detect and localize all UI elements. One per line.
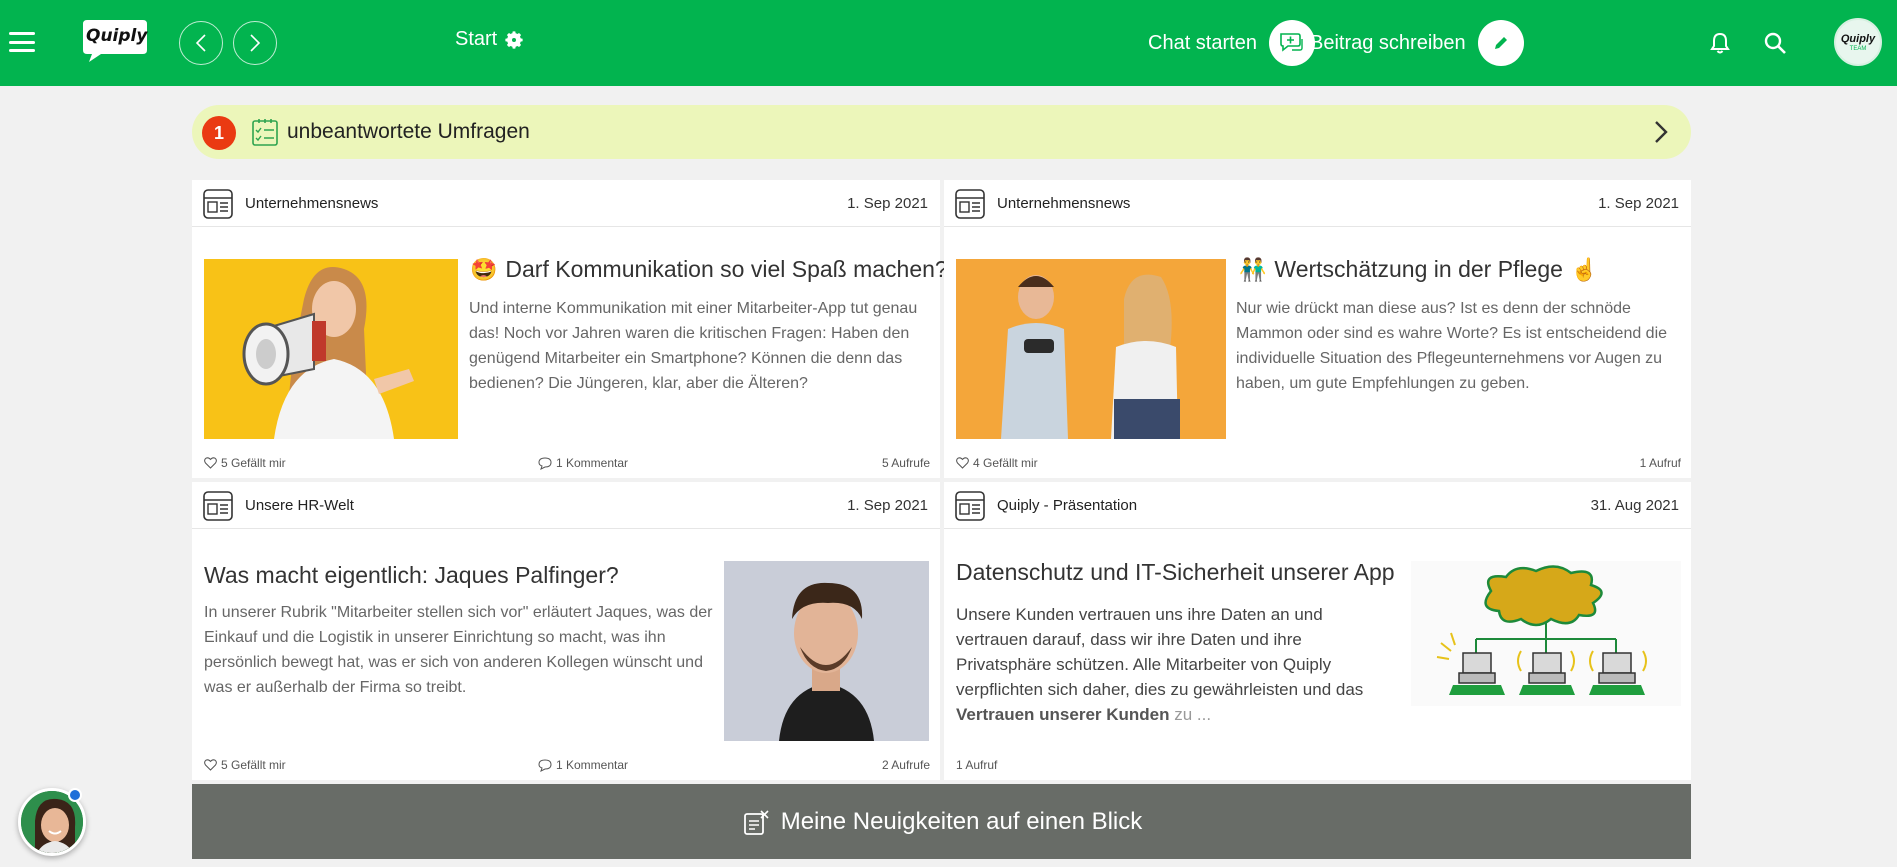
news-overview-icon [743, 809, 769, 835]
chat-start-label: Chat starten [1148, 31, 1257, 54]
post-title: 🤩 Darf Kommunikation so viel Spaß machen… [470, 256, 983, 283]
chat-start-button[interactable]: Chat starten [1148, 20, 1315, 66]
pointing-up-emoji: ☝️ [1570, 256, 1599, 282]
view-count: 1 Aufruf [956, 758, 998, 772]
post-card-header: Quiply - Präsentation 31. Aug 2021 [944, 482, 1691, 529]
survey-count-badge: 1 [202, 116, 236, 150]
news-category-icon [955, 189, 985, 219]
survey-checklist-icon [252, 119, 278, 146]
post-title-text: Was macht eigentlich: Jaques Palfinger? [204, 562, 619, 588]
avatar-team-text: TEAM [1849, 45, 1867, 52]
news-category-icon [203, 491, 233, 521]
menu-icon[interactable] [9, 32, 35, 52]
comment-count: 1 Kommentar [556, 456, 629, 470]
unanswered-surveys-bar[interactable]: 1 unbeantwortete Umfragen [192, 105, 1691, 159]
post-category: Unternehmensnews [997, 195, 1131, 212]
post-title-text: Datenschutz und IT-Sicherheit unserer Ap… [956, 559, 1395, 585]
news-category-icon [955, 491, 985, 521]
post-card[interactable]: Unternehmensnews 1. Sep 2021 👬 Wertschät… [944, 180, 1691, 478]
post-category: Unsere HR-Welt [245, 497, 354, 514]
like-button[interactable]: 5 Gefällt mir [204, 456, 286, 470]
news-category-icon [203, 189, 233, 219]
post-excerpt-start: Unsere Kunden vertrauen uns ihre Daten a… [956, 605, 1364, 699]
like-button[interactable]: 4 Gefällt mir [956, 456, 1038, 470]
post-date: 1. Sep 2021 [847, 195, 928, 212]
post-card-header: Unternehmensnews 1. Sep 2021 [192, 180, 940, 227]
post-excerpt: Und interne Kommunikation mit einer Mita… [469, 300, 918, 392]
avatar-logo-text: Quiply [1840, 32, 1876, 45]
write-post-button[interactable]: Beitrag schreiben [1310, 20, 1524, 66]
bell-icon [1710, 32, 1730, 54]
post-card-header: Unsere HR-Welt 1. Sep 2021 [192, 482, 940, 529]
chevron-left-icon [195, 34, 206, 52]
comment-button[interactable]: 1 Kommentar [538, 456, 628, 470]
heart-icon [204, 457, 217, 469]
post-image [1411, 561, 1681, 706]
post-excerpt: Unsere Kunden vertrauen uns ihre Daten a… [956, 602, 1396, 727]
star-struck-emoji: 🤩 [470, 256, 498, 282]
search-button[interactable] [1760, 28, 1790, 58]
logo-text: Quiply [86, 26, 148, 46]
post-title: Was macht eigentlich: Jaques Palfinger? [204, 562, 619, 589]
notifications-button[interactable] [1705, 28, 1735, 58]
comment-icon [538, 456, 552, 470]
survey-label: unbeantwortete Umfragen [287, 120, 530, 143]
post-excerpt-end: zu ... [1169, 705, 1212, 724]
post-date: 31. Aug 2021 [1590, 497, 1679, 514]
post-image [724, 561, 929, 741]
comment-icon [538, 758, 552, 772]
comment-count: 1 Kommentar [556, 758, 629, 772]
my-news-label: Meine Neuigkeiten auf einen Blick [780, 807, 1143, 835]
post-date: 1. Sep 2021 [1598, 195, 1679, 212]
post-card[interactable]: Quiply - Präsentation 31. Aug 2021 Daten… [944, 482, 1691, 780]
pencil-icon [1494, 37, 1507, 49]
heart-icon [204, 759, 217, 771]
chat-plus-icon [1280, 33, 1303, 52]
my-news-overview-bar[interactable]: Meine Neuigkeiten auf einen Blick [192, 784, 1691, 859]
like-button[interactable]: 5 Gefällt mir [204, 758, 286, 772]
online-status-dot [68, 788, 82, 802]
post-date: 1. Sep 2021 [847, 497, 928, 514]
post-category: Quiply - Präsentation [997, 497, 1138, 514]
post-excerpt-bold: Vertrauen unserer Kunden [956, 705, 1170, 724]
view-count: 1 Aufruf [1639, 456, 1681, 470]
post-excerpt: Nur wie drückt man diese aus? Ist es den… [1236, 300, 1668, 392]
post-title-text: Wertschätzung in der Pflege [1274, 256, 1563, 282]
like-count: 5 Gefällt mir [221, 758, 286, 772]
back-button[interactable] [179, 21, 223, 65]
start-link[interactable]: Start [455, 28, 525, 51]
gear-icon [505, 30, 523, 49]
post-card[interactable]: Unternehmensnews 1. Sep 2021 🤩 Darf Komm… [192, 180, 983, 478]
quiply-logo[interactable]: Quiply [79, 18, 149, 64]
search-icon [1764, 32, 1786, 54]
post-category: Unternehmensnews [245, 195, 379, 212]
post-image [956, 259, 1226, 439]
chevron-right-icon [1655, 121, 1668, 143]
view-count: 2 Aufrufe [881, 758, 930, 772]
write-post-label: Beitrag schreiben [1310, 31, 1466, 54]
post-title-text: Darf Kommunikation so viel Spaß machen? [505, 256, 948, 282]
chevron-right-icon [250, 34, 261, 52]
like-count: 5 Gefällt mir [221, 456, 286, 470]
forward-button[interactable] [233, 21, 277, 65]
comment-button[interactable]: 1 Kommentar [538, 758, 628, 772]
two-people-emoji: 👬 [1239, 256, 1267, 282]
post-title: 👬 Wertschätzung in der Pflege ☝️ [1239, 256, 1598, 283]
profile-avatar[interactable]: Quiply TEAM [1834, 18, 1882, 66]
like-count: 4 Gefällt mir [973, 456, 1038, 470]
view-count: 5 Aufrufe [881, 456, 930, 470]
heart-icon [956, 457, 969, 469]
post-card-header: Unternehmensnews 1. Sep 2021 [944, 180, 1691, 227]
top-bar: Quiply Start Chat starten Beitrag schrei… [0, 0, 1897, 86]
post-excerpt: In unserer Rubrik "Mitarbeiter stellen s… [204, 604, 713, 696]
post-card[interactable]: Unsere HR-Welt 1. Sep 2021 Was macht eig… [192, 482, 940, 780]
post-title: Datenschutz und IT-Sicherheit unserer Ap… [956, 559, 1395, 586]
post-image [204, 259, 458, 439]
start-label: Start [455, 28, 498, 50]
